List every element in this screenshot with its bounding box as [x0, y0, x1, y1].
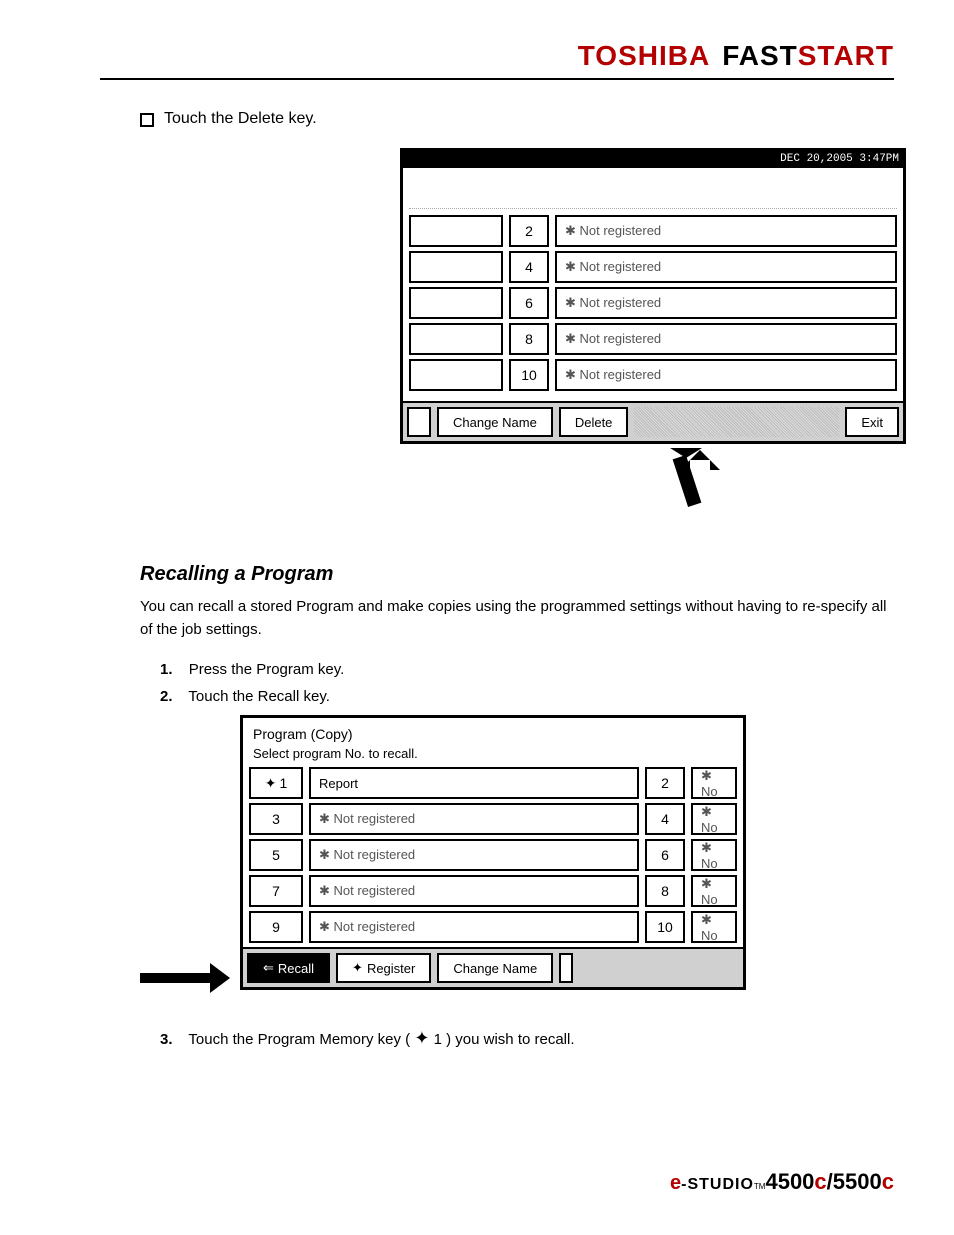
footer-c2: c	[882, 1169, 894, 1195]
row-num: 6	[509, 287, 549, 319]
row-label: ✱ Not registered	[309, 875, 639, 907]
row-num: 8	[645, 875, 685, 907]
row-label: ✱ Not registered	[555, 251, 897, 283]
page-footer: e -STUDIO TM 4500 c / 5500 c	[100, 1169, 894, 1195]
change-name-button[interactable]: Change Name	[437, 953, 553, 983]
row-num: 6	[645, 839, 685, 871]
spacer-button[interactable]	[559, 953, 573, 983]
step-3: 3. Touch the Program Memory key ( ✦ 1 ) …	[160, 1028, 894, 1049]
bullet-icon	[140, 113, 154, 127]
row-label: ✱ No	[691, 911, 737, 943]
row-label: ✱ No	[691, 803, 737, 835]
step-3-text-mid: 1	[434, 1031, 442, 1048]
step-delete: Touch the Delete key.	[140, 110, 894, 128]
step-3-text-pre: Touch the Program Memory key (	[188, 1031, 410, 1048]
spacer-button[interactable]	[407, 407, 431, 437]
row-label: ✱ No	[691, 839, 737, 871]
section-body: You can recall a stored Program and make…	[140, 596, 894, 641]
row-label: ✱ Not registered	[309, 911, 639, 943]
step-2: 2. Touch the Recall key.	[160, 688, 894, 705]
row-num: 4	[509, 251, 549, 283]
row-num: 10	[509, 359, 549, 391]
screenshot-delete: DEC 20,2005 3:47PM 2 ✱ Not registered 4 …	[400, 148, 906, 444]
row-label: ✱ Not registered	[555, 287, 897, 319]
program-row-5[interactable]: 5 ✱ Not registered 6 ✱ No	[249, 839, 737, 871]
step-1-text: Press the Program key.	[189, 661, 345, 678]
register-button[interactable]: ✦ Register	[336, 953, 431, 983]
step-1-num: 1.	[160, 661, 173, 678]
section-heading: Recalling a Program	[140, 563, 894, 586]
step-3-num: 3.	[160, 1031, 173, 1048]
brand-toshiba: TOSHIBA	[578, 40, 711, 72]
step-delete-text: Touch the Delete key.	[164, 110, 317, 128]
delete-button[interactable]: Delete	[559, 407, 629, 437]
row-label: ✱ No	[691, 875, 737, 907]
program-row-9[interactable]: 9 ✱ Not registered 10 ✱ No	[249, 911, 737, 943]
recall-arrow-icon: ⇐	[263, 960, 274, 976]
row-num: 5	[249, 839, 303, 871]
footer-model1: 4500	[765, 1169, 814, 1195]
screen2-subtitle: Select program No. to recall.	[249, 744, 737, 767]
row-label: Report	[309, 767, 639, 799]
program-row-3[interactable]: 3 ✱ Not registered 4 ✱ No	[249, 803, 737, 835]
arrow-delete-icon	[660, 448, 894, 523]
screen1-row-2[interactable]: 2 ✱ Not registered	[409, 215, 897, 247]
step-3-text-post: ) you wish to recall.	[446, 1031, 574, 1048]
recall-button[interactable]: ⇐ Recall	[247, 953, 330, 983]
page-header: TOSHIBA FASTSTART	[100, 40, 894, 80]
row-num: 4	[645, 803, 685, 835]
footer-model2: 5500	[833, 1169, 882, 1195]
row-num: 2	[509, 215, 549, 247]
enter-icon: ✦	[265, 775, 277, 792]
row-label: ✱ Not registered	[309, 839, 639, 871]
row-num: 2	[645, 767, 685, 799]
row-num: 10	[645, 911, 685, 943]
row-num: 9	[249, 911, 303, 943]
row-label: ✱ Not registered	[555, 323, 897, 355]
row-label: ✱ No	[691, 767, 737, 799]
change-name-button[interactable]: Change Name	[437, 407, 553, 437]
step-2-num: 2.	[160, 688, 173, 705]
screen1-datetime: DEC 20,2005 3:47PM	[403, 151, 903, 168]
exit-button[interactable]: Exit	[845, 407, 899, 437]
screen1-row-10[interactable]: 10 ✱ Not registered	[409, 359, 897, 391]
brand-start: START	[798, 40, 894, 71]
row-num: 7	[249, 875, 303, 907]
row-num: 8	[509, 323, 549, 355]
row-num: ✦1	[249, 767, 303, 799]
row-label: ✱ Not registered	[555, 359, 897, 391]
screen1-row-8[interactable]: 8 ✱ Not registered	[409, 323, 897, 355]
footer-e: e	[670, 1172, 681, 1195]
register-arrow-icon: ✦	[352, 960, 363, 976]
step-2-text: Touch the Recall key.	[188, 688, 329, 705]
arrow-recall-icon	[140, 963, 230, 998]
row-label: ✱ Not registered	[309, 803, 639, 835]
screen1-row-4[interactable]: 4 ✱ Not registered	[409, 251, 897, 283]
program-row-1[interactable]: ✦1 Report 2 ✱ No	[249, 767, 737, 799]
step-1: 1. Press the Program key.	[160, 661, 894, 678]
footer-c1: c	[814, 1169, 826, 1195]
screenshot-recall: Program (Copy) Select program No. to rec…	[240, 715, 746, 990]
brand-fast: FAST	[722, 40, 798, 71]
enter-icon: ✦	[414, 1028, 429, 1048]
program-row-7[interactable]: 7 ✱ Not registered 8 ✱ No	[249, 875, 737, 907]
screen1-row-6[interactable]: 6 ✱ Not registered	[409, 287, 897, 319]
row-label: ✱ Not registered	[555, 215, 897, 247]
row-num: 3	[249, 803, 303, 835]
footer-tm: TM	[754, 1182, 766, 1191]
footer-studio: -STUDIO	[681, 1176, 754, 1194]
screen2-title: Program (Copy)	[249, 724, 737, 744]
